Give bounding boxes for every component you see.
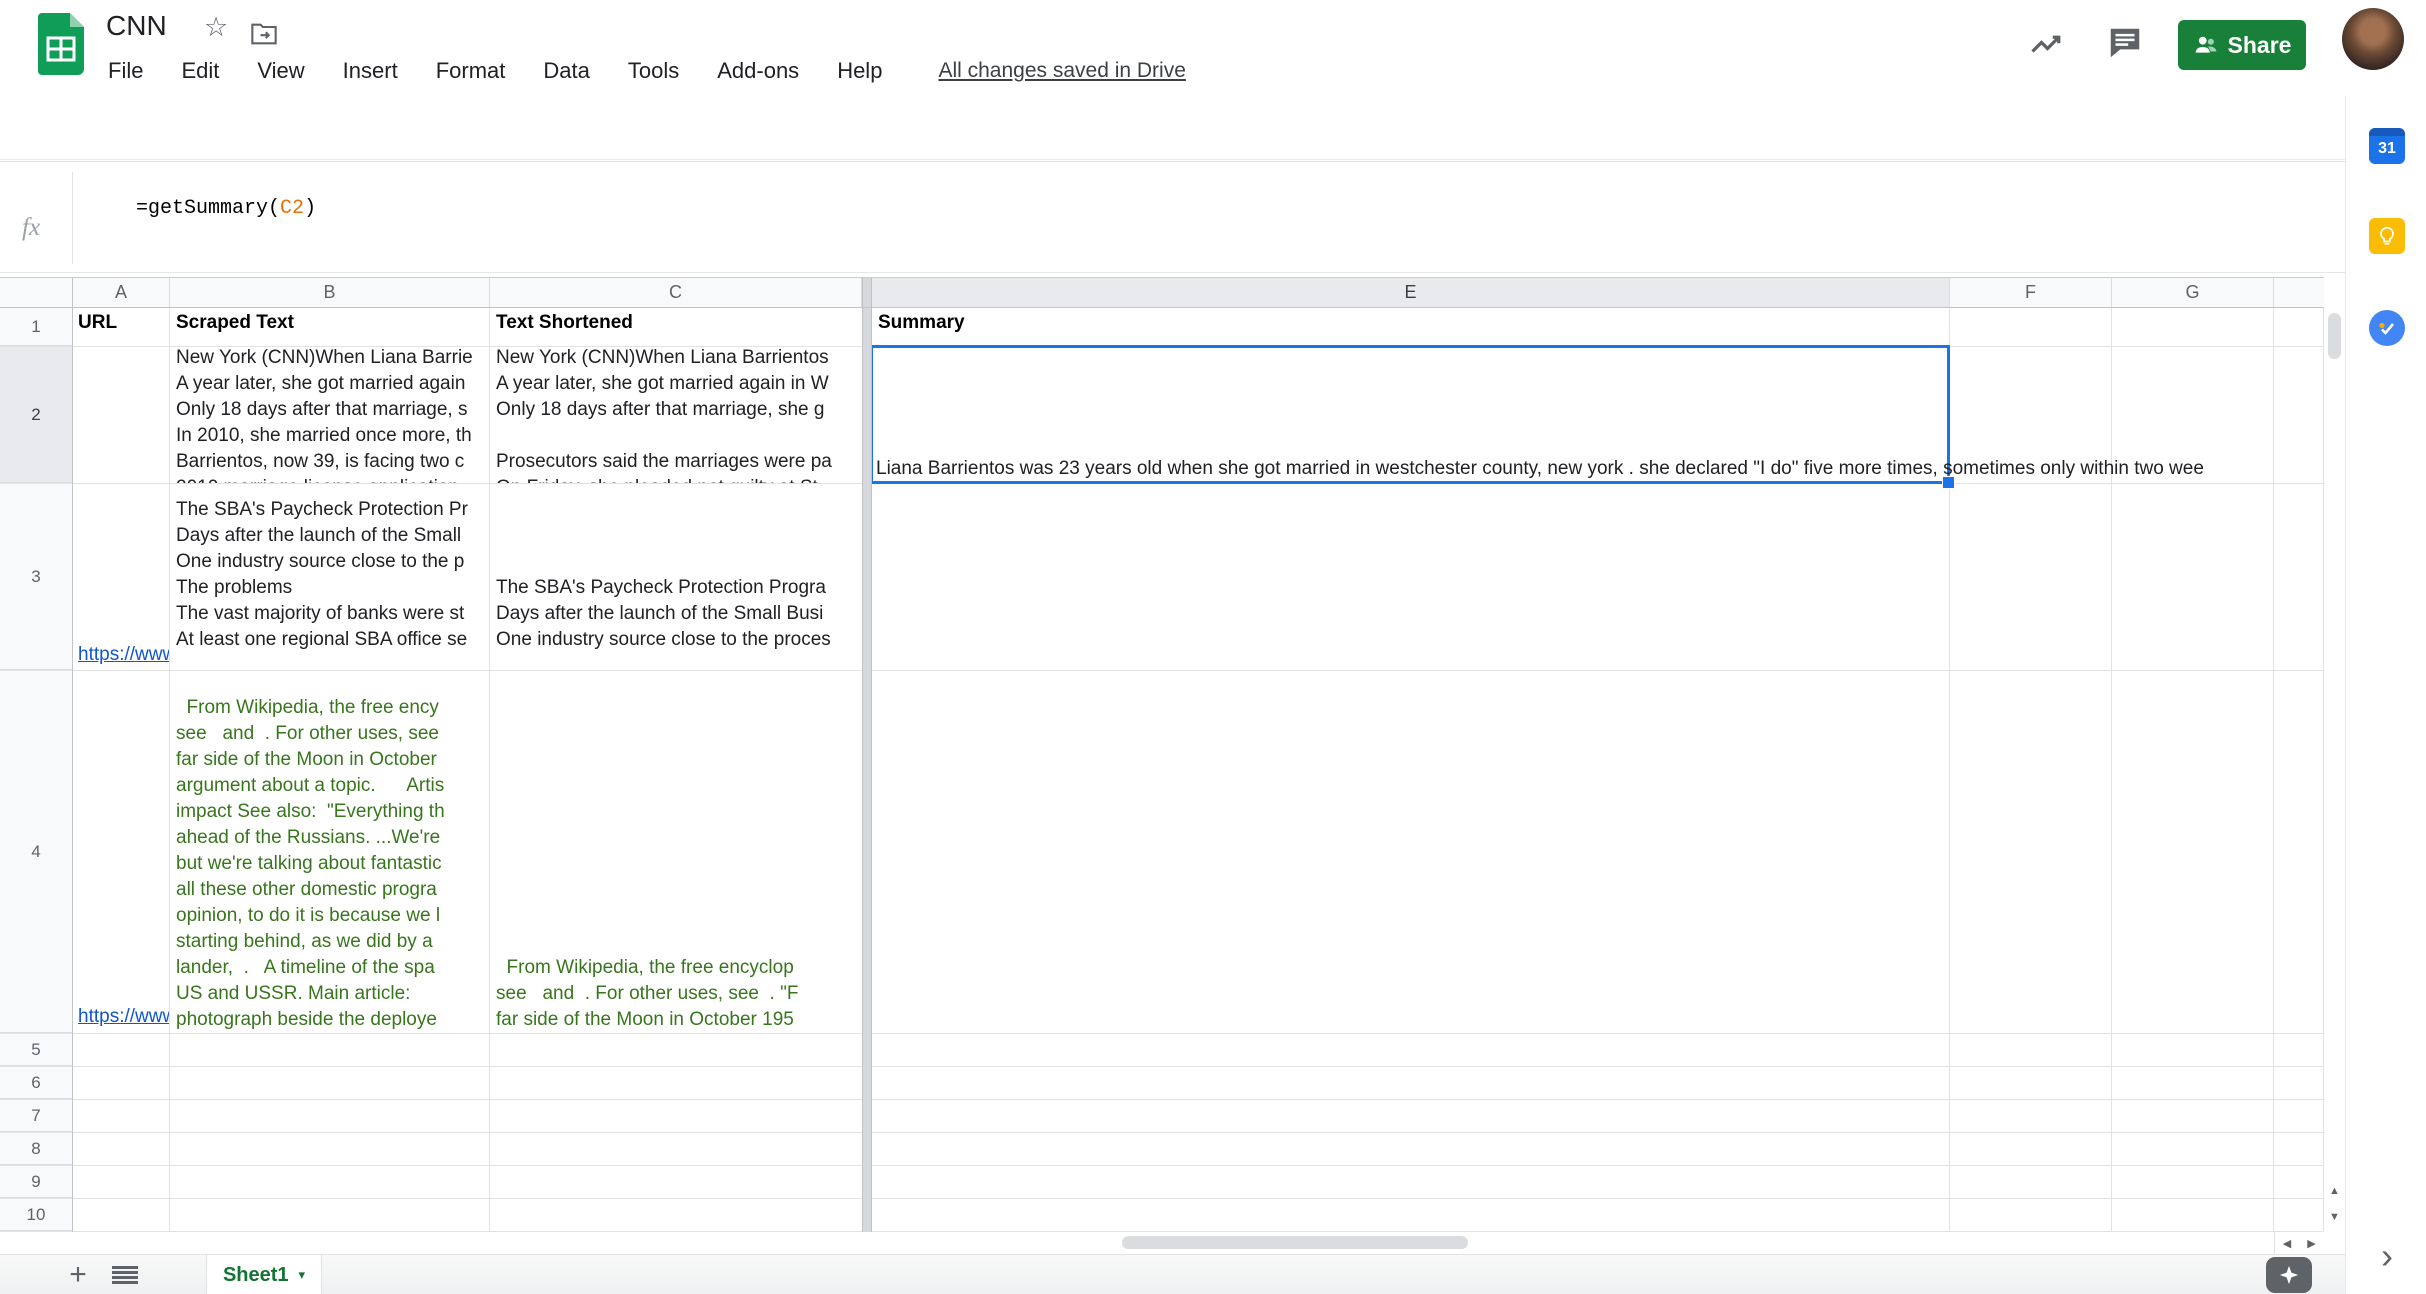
row-header-10[interactable]: 10 (0, 1199, 72, 1231)
tasks-icon[interactable] (2369, 310, 2405, 346)
row-header-5[interactable]: 5 (0, 1034, 72, 1066)
cell-c1[interactable]: Text Shortened (496, 312, 860, 340)
menu-addons[interactable]: Add-ons (713, 56, 803, 86)
star-icon[interactable]: ☆ (204, 12, 228, 43)
fill-handle[interactable] (1942, 476, 1955, 489)
calendar-day-label: 31 (2369, 136, 2405, 162)
chevron-down-icon: ▾ (299, 1267, 306, 1283)
menubar: File Edit View Insert Format Data Tools … (104, 52, 1190, 90)
menu-file[interactable]: File (104, 56, 147, 86)
cell-c3[interactable]: The SBA's Paycheck Protection Progra Day… (496, 575, 861, 656)
row-header-6[interactable]: 6 (0, 1067, 72, 1099)
scroll-up-button[interactable]: ▲ (2324, 1178, 2345, 1204)
column-header-stub[interactable] (2274, 278, 2324, 307)
avatar[interactable] (2342, 8, 2404, 70)
cell-c2[interactable]: New York (CNN)When Liana Barrientos A ye… (496, 345, 861, 483)
cell-c4[interactable]: From Wikipedia, the free encyclop see an… (496, 955, 861, 1033)
cell-a4-link[interactable]: https://www. (78, 1006, 169, 1032)
explore-button[interactable] (2266, 1257, 2312, 1293)
column-header-b[interactable]: B (170, 278, 490, 307)
formula-suffix: ) (304, 197, 316, 220)
row-header-2[interactable]: 2 (0, 347, 72, 483)
cell-a3-link[interactable]: https://www. (78, 644, 169, 670)
row-header-1[interactable]: 1 (0, 308, 72, 346)
column-header-c[interactable]: C (490, 278, 862, 307)
all-sheets-button[interactable] (112, 1266, 138, 1284)
sheet-tab-active[interactable]: Sheet1 ▾ (206, 1255, 322, 1294)
horizontal-scrollbar-thumb[interactable] (1122, 1236, 1468, 1249)
column-header-g[interactable]: G (2112, 278, 2274, 307)
add-sheet-button[interactable]: + (56, 1255, 100, 1294)
cell-a1[interactable]: URL (78, 312, 167, 340)
column-header-a[interactable]: A (73, 278, 170, 307)
sheet-tab-label: Sheet1 (223, 1264, 289, 1287)
sheet-tab-bar: + Sheet1 ▾ (0, 1254, 2345, 1294)
row-header-7[interactable]: 7 (0, 1100, 72, 1132)
row-header-9[interactable]: 9 (0, 1166, 72, 1198)
keep-icon[interactable] (2369, 218, 2405, 254)
cell-b3[interactable]: The SBA's Paycheck Protection Pr Days af… (176, 497, 487, 657)
menu-help[interactable]: Help (833, 56, 886, 86)
menu-data[interactable]: Data (539, 56, 593, 86)
formula-input[interactable]: =getSummary(C2) (88, 174, 2288, 264)
scroll-left-button[interactable]: ◀ (2274, 1232, 2299, 1254)
toolbar: ↶ ↷ 100% ▾ $ % .0 .00 123 ▾ Default (Ari… (0, 96, 2345, 160)
scroll-down-button[interactable]: ▼ (2324, 1204, 2345, 1230)
cell-e2[interactable]: Liana Barrientos was 23 years old when s… (876, 456, 2322, 483)
cell-b2[interactable]: New York (CNN)When Liana Barrie A year l… (176, 345, 487, 483)
topbar: CNN ☆ File Edit View Insert Format Data … (0, 0, 2426, 96)
column-header-e[interactable]: E (872, 278, 1950, 307)
row-header-3[interactable]: 3 (0, 484, 72, 670)
cell-b4[interactable]: From Wikipedia, the free ency see and . … (176, 695, 487, 1033)
select-all-corner[interactable] (0, 278, 72, 307)
cell-e1[interactable]: Summary (878, 312, 1948, 340)
show-side-panel-button[interactable]: › (2368, 1234, 2406, 1278)
menu-format[interactable]: Format (432, 56, 510, 86)
keep-bulb-icon (2376, 225, 2398, 247)
menu-tools[interactable]: Tools (624, 56, 683, 86)
menu-insert[interactable]: Insert (339, 56, 402, 86)
formula-prefix: =getSummary( (136, 197, 280, 220)
formula-cell-ref: C2 (280, 197, 304, 220)
comment-history-icon[interactable] (2106, 24, 2144, 62)
menu-edit[interactable]: Edit (177, 56, 223, 86)
formula-bar: fx =getSummary(C2) (0, 161, 2345, 273)
fx-label: fx (22, 214, 40, 242)
vertical-scrollbar-thumb[interactable] (2328, 313, 2341, 359)
row-header-8[interactable]: 8 (0, 1133, 72, 1165)
insights-icon[interactable] (2028, 26, 2064, 62)
share-person-icon (2193, 32, 2219, 58)
share-button[interactable]: Share (2178, 20, 2306, 70)
explore-star-icon (2278, 1264, 2300, 1286)
saved-status[interactable]: All changes saved in Drive (934, 57, 1189, 85)
move-to-folder-icon[interactable] (250, 20, 278, 48)
cell-b1[interactable]: Scraped Text (176, 312, 487, 340)
column-header-f[interactable]: F (1950, 278, 2112, 307)
frozen-pane-divider[interactable] (862, 278, 872, 1232)
menu-view[interactable]: View (253, 56, 308, 86)
share-label: Share (2228, 32, 2292, 59)
document-title[interactable]: CNN (106, 10, 167, 42)
calendar-icon[interactable]: 31 (2369, 128, 2405, 164)
tasks-check-icon (2375, 316, 2399, 340)
formula-bar-divider (72, 172, 73, 264)
side-panel: 31 › (2345, 96, 2426, 1294)
row-header-4[interactable]: 4 (0, 671, 72, 1033)
vertical-scrollbar[interactable] (2324, 308, 2345, 1232)
scroll-right-button[interactable]: ▶ (2299, 1232, 2324, 1254)
sheets-logo-icon[interactable] (38, 13, 84, 75)
